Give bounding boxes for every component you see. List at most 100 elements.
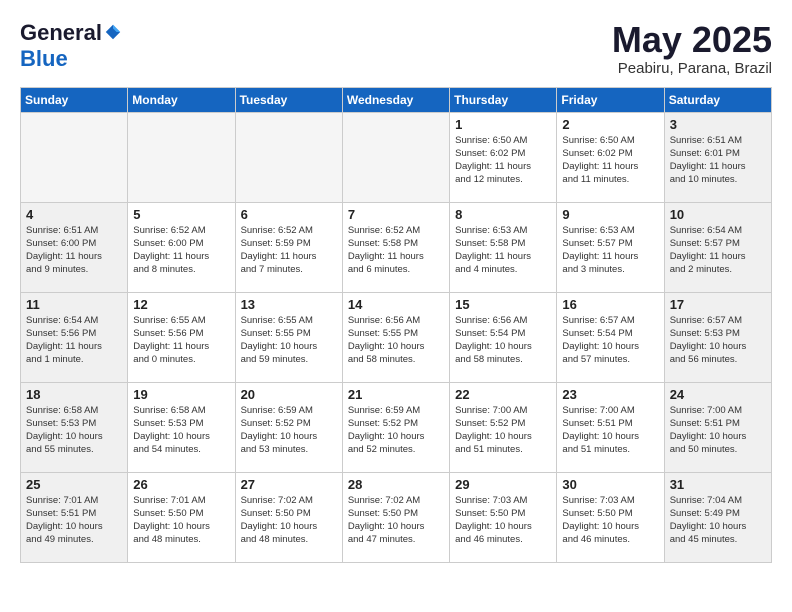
day-info: Sunrise: 6:54 AMSunset: 5:57 PMDaylight:… [670,224,766,277]
day-number: 31 [670,477,766,492]
table-row: 6 Sunrise: 6:52 AMSunset: 5:59 PMDaylight… [235,202,342,292]
table-row [342,112,449,202]
table-row: 8 Sunrise: 6:53 AMSunset: 5:58 PMDaylight… [450,202,557,292]
location-subtitle: Peabiru, Parana, Brazil [612,60,772,77]
table-row: 21 Sunrise: 6:59 AMSunset: 5:52 PMDayligh… [342,382,449,472]
day-info: Sunrise: 6:59 AMSunset: 5:52 PMDaylight:… [348,404,444,457]
day-info: Sunrise: 6:55 AMSunset: 5:56 PMDaylight:… [133,314,229,367]
table-row: 29Sunrise: 7:03 AMSunset: 5:50 PMDayligh… [450,472,557,562]
day-number: 3 [670,117,766,132]
day-info: Sunrise: 6:51 AMSunset: 6:00 PMDaylight:… [26,224,122,277]
table-row: 30 Sunrise: 7:03 AMSunset: 5:50 PMDayligh… [557,472,664,562]
day-number: 6 [241,207,337,222]
day-number: 16 [562,297,658,312]
day-info: Sunrise: 6:56 AMSunset: 5:55 PMDaylight:… [348,314,444,367]
day-info: Sunrise: 7:00 AMSunset: 5:52 PMDaylight:… [455,404,551,457]
day-number: 24 [670,387,766,402]
logo-general: General [20,20,102,46]
day-info: Sunrise: 6:50 AMSunset: 6:02 PMDaylight:… [455,134,551,187]
day-number: 28 [348,477,444,492]
table-row: 11Sunrise: 6:54 AMSunset: 5:56 PMDayligh… [21,292,128,382]
calendar-week-row: 1 Sunrise: 6:50 AMSunset: 6:02 PMDaylight… [21,112,772,202]
day-info: Sunrise: 6:50 AMSunset: 6:02 PMDaylight:… [562,134,658,187]
day-number: 20 [241,387,337,402]
day-info: Sunrise: 6:57 AMSunset: 5:53 PMDaylight:… [670,314,766,367]
header-friday: Friday [557,87,664,112]
day-number: 9 [562,207,658,222]
day-number: 8 [455,207,551,222]
day-info: Sunrise: 6:52 AMSunset: 5:58 PMDaylight:… [348,224,444,277]
day-info: Sunrise: 7:01 AMSunset: 5:50 PMDaylight:… [133,494,229,547]
table-row: 12 Sunrise: 6:55 AMSunset: 5:56 PMDayligh… [128,292,235,382]
header-thursday: Thursday [450,87,557,112]
day-number: 5 [133,207,229,222]
calendar-week-row: 11Sunrise: 6:54 AMSunset: 5:56 PMDayligh… [21,292,772,382]
table-row: 14 Sunrise: 6:56 AMSunset: 5:55 PMDayligh… [342,292,449,382]
table-row: 5 Sunrise: 6:52 AMSunset: 6:00 PMDaylight… [128,202,235,292]
day-number: 22 [455,387,551,402]
header-monday: Monday [128,87,235,112]
table-row: 10 Sunrise: 6:54 AMSunset: 5:57 PMDayligh… [664,202,771,292]
day-number: 25 [26,477,122,492]
day-number: 2 [562,117,658,132]
table-row: 25 Sunrise: 7:01 AMSunset: 5:51 PMDayligh… [21,472,128,562]
day-number: 30 [562,477,658,492]
day-number: 26 [133,477,229,492]
table-row: 3 Sunrise: 6:51 AMSunset: 6:01 PMDaylight… [664,112,771,202]
day-info: Sunrise: 7:02 AMSunset: 5:50 PMDaylight:… [241,494,337,547]
day-info: Sunrise: 6:59 AMSunset: 5:52 PMDaylight:… [241,404,337,457]
day-number: 4 [26,207,122,222]
header-tuesday: Tuesday [235,87,342,112]
table-row: 22 Sunrise: 7:00 AMSunset: 5:52 PMDayligh… [450,382,557,472]
table-row: 15Sunrise: 6:56 AMSunset: 5:54 PMDayligh… [450,292,557,382]
day-info: Sunrise: 6:55 AMSunset: 5:55 PMDaylight:… [241,314,337,367]
calendar-table: Sunday Monday Tuesday Wednesday Thursday… [20,87,772,563]
table-row: 7 Sunrise: 6:52 AMSunset: 5:58 PMDaylight… [342,202,449,292]
calendar-week-row: 4 Sunrise: 6:51 AMSunset: 6:00 PMDaylight… [21,202,772,292]
table-row: 19 Sunrise: 6:58 AMSunset: 5:53 PMDayligh… [128,382,235,472]
day-number: 7 [348,207,444,222]
day-number: 15 [455,297,551,312]
table-row: 31Sunrise: 7:04 AMSunset: 5:49 PMDayligh… [664,472,771,562]
day-info: Sunrise: 6:51 AMSunset: 6:01 PMDaylight:… [670,134,766,187]
logo: General Blue [20,20,122,72]
month-title: May 2025 [612,20,772,60]
calendar-week-row: 25 Sunrise: 7:01 AMSunset: 5:51 PMDayligh… [21,472,772,562]
day-info: Sunrise: 6:53 AMSunset: 5:58 PMDaylight:… [455,224,551,277]
table-row: 13Sunrise: 6:55 AMSunset: 5:55 PMDayligh… [235,292,342,382]
day-number: 14 [348,297,444,312]
table-row: 24 Sunrise: 7:00 AMSunset: 5:51 PMDayligh… [664,382,771,472]
logo-icon [104,23,122,41]
table-row: 1 Sunrise: 6:50 AMSunset: 6:02 PMDaylight… [450,112,557,202]
calendar-week-row: 18Sunrise: 6:58 AMSunset: 5:53 PMDayligh… [21,382,772,472]
header-wednesday: Wednesday [342,87,449,112]
day-number: 27 [241,477,337,492]
day-info: Sunrise: 6:52 AMSunset: 6:00 PMDaylight:… [133,224,229,277]
day-info: Sunrise: 6:58 AMSunset: 5:53 PMDaylight:… [26,404,122,457]
table-row: 26 Sunrise: 7:01 AMSunset: 5:50 PMDayligh… [128,472,235,562]
day-number: 23 [562,387,658,402]
day-info: Sunrise: 7:01 AMSunset: 5:51 PMDaylight:… [26,494,122,547]
table-row: 28Sunrise: 7:02 AMSunset: 5:50 PMDayligh… [342,472,449,562]
day-info: Sunrise: 6:58 AMSunset: 5:53 PMDaylight:… [133,404,229,457]
day-info: Sunrise: 6:53 AMSunset: 5:57 PMDaylight:… [562,224,658,277]
day-number: 12 [133,297,229,312]
table-row: 2 Sunrise: 6:50 AMSunset: 6:02 PMDaylight… [557,112,664,202]
header-saturday: Saturday [664,87,771,112]
day-number: 1 [455,117,551,132]
page: General Blue May 2025 Peabiru, Parana, B… [0,0,792,573]
day-info: Sunrise: 6:52 AMSunset: 5:59 PMDaylight:… [241,224,337,277]
weekday-header-row: Sunday Monday Tuesday Wednesday Thursday… [21,87,772,112]
day-info: Sunrise: 7:00 AMSunset: 5:51 PMDaylight:… [670,404,766,457]
day-number: 21 [348,387,444,402]
day-info: Sunrise: 7:00 AMSunset: 5:51 PMDaylight:… [562,404,658,457]
table-row: 20 Sunrise: 6:59 AMSunset: 5:52 PMDayligh… [235,382,342,472]
day-number: 19 [133,387,229,402]
table-row: 16Sunrise: 6:57 AMSunset: 5:54 PMDayligh… [557,292,664,382]
table-row: 23 Sunrise: 7:00 AMSunset: 5:51 PMDayligh… [557,382,664,472]
header-sunday: Sunday [21,87,128,112]
day-number: 10 [670,207,766,222]
table-row: 17Sunrise: 6:57 AMSunset: 5:53 PMDayligh… [664,292,771,382]
table-row [21,112,128,202]
day-info: Sunrise: 7:03 AMSunset: 5:50 PMDaylight:… [562,494,658,547]
